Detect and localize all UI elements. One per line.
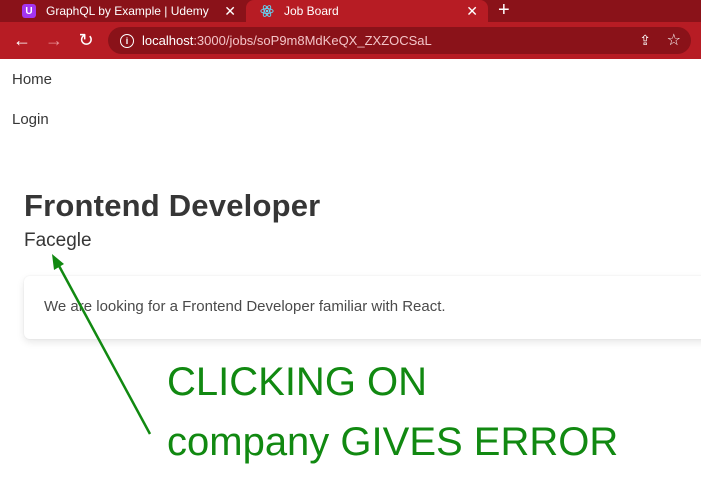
annotation-line-1: CLICKING ON — [167, 360, 428, 404]
annotation-line-2: company GIVES ERROR — [167, 420, 619, 464]
